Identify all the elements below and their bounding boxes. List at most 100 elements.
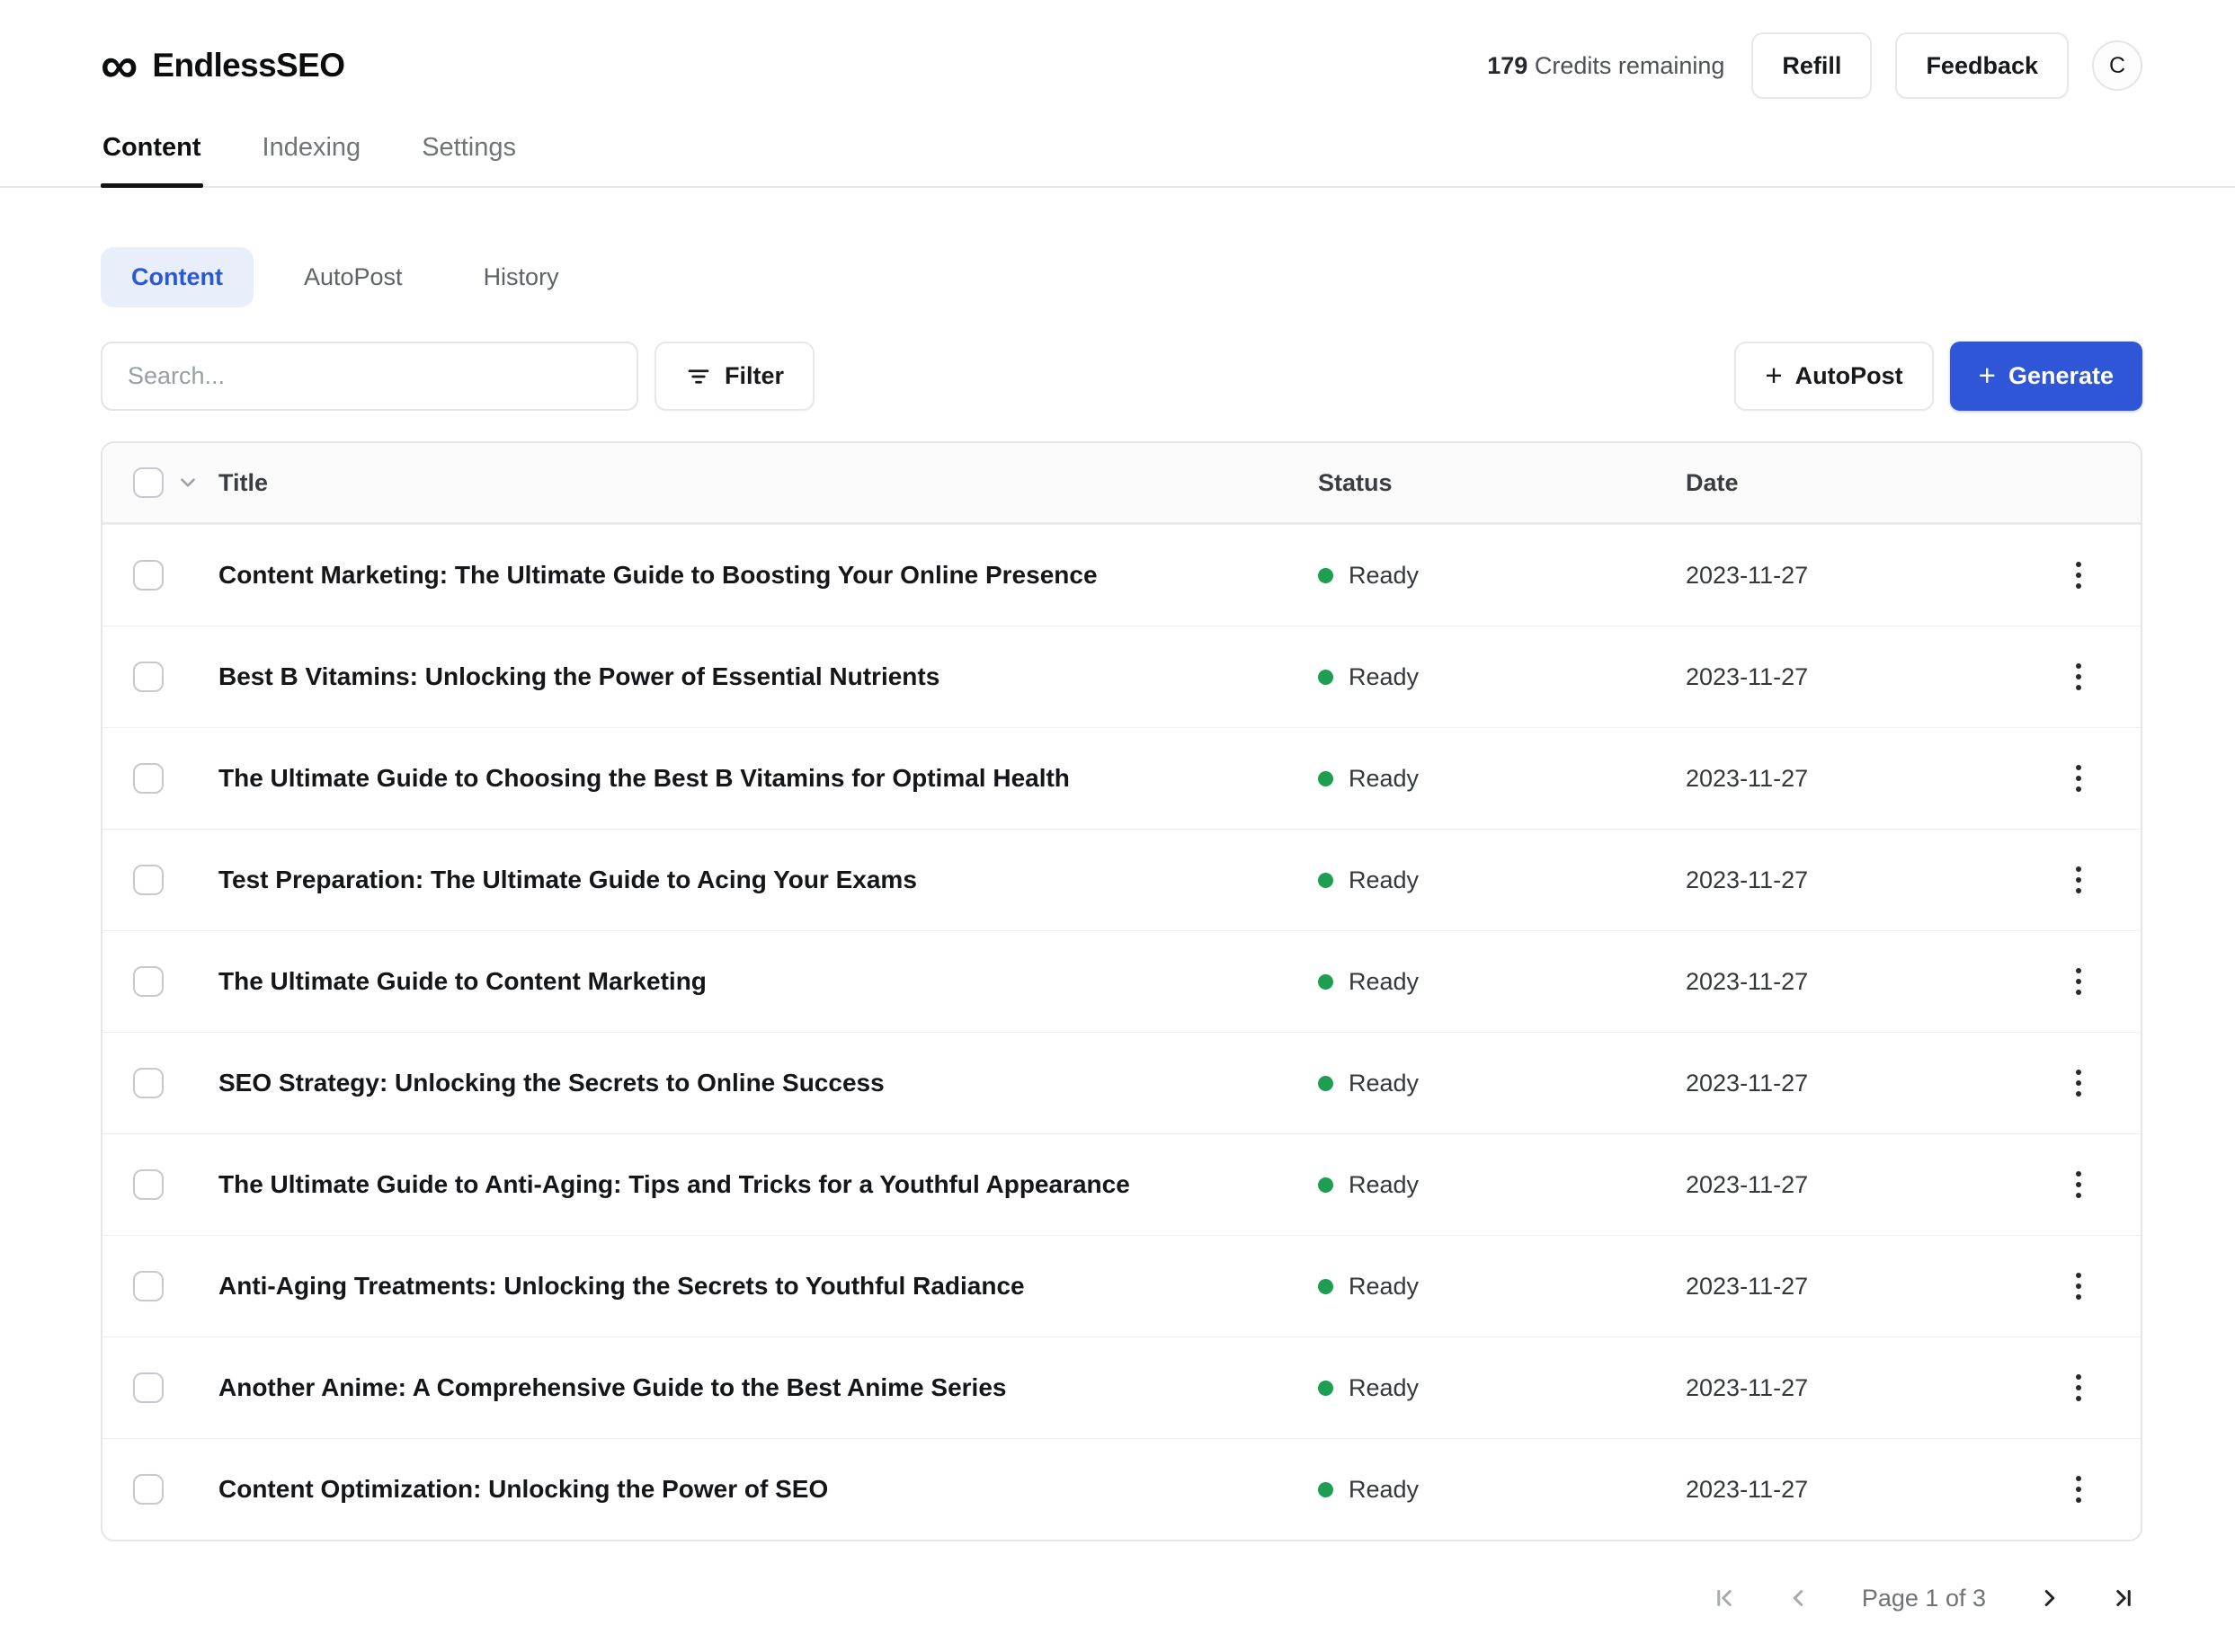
row-checkbox[interactable] xyxy=(133,1068,164,1098)
status-dot-icon xyxy=(1318,1279,1333,1294)
status-text: Ready xyxy=(1349,1070,1419,1097)
row-checkbox[interactable] xyxy=(133,1474,164,1505)
status-text: Ready xyxy=(1349,765,1419,793)
row-status: Ready xyxy=(1318,866,1686,894)
last-page-button[interactable] xyxy=(2106,1581,2141,1615)
kebab-icon xyxy=(2076,1171,2081,1177)
row-checkbox[interactable] xyxy=(133,1271,164,1301)
row-date: 2023-11-27 xyxy=(1686,1171,1974,1199)
row-status: Ready xyxy=(1318,1273,1686,1301)
row-status: Ready xyxy=(1318,1476,1686,1504)
table-row[interactable]: Another Anime: A Comprehensive Guide to … xyxy=(102,1337,2141,1438)
row-title: Anti-Aging Treatments: Unlocking the Sec… xyxy=(218,1272,1318,1301)
row-kebab-menu-button[interactable] xyxy=(2067,1061,2090,1106)
previous-page-button[interactable] xyxy=(1781,1581,1815,1615)
row-date: 2023-11-27 xyxy=(1686,1374,1974,1402)
plus-icon: + xyxy=(1765,360,1782,390)
row-status: Ready xyxy=(1318,562,1686,590)
row-date: 2023-11-27 xyxy=(1686,1273,1974,1301)
row-status: Ready xyxy=(1318,663,1686,691)
status-dot-icon xyxy=(1318,1177,1333,1193)
credits-count: 179 xyxy=(1487,52,1527,79)
table-row[interactable]: SEO Strategy: Unlocking the Secrets to O… xyxy=(102,1032,2141,1133)
row-checkbox[interactable] xyxy=(133,1169,164,1200)
row-title: Content Marketing: The Ultimate Guide to… xyxy=(218,561,1318,590)
chevron-right-icon xyxy=(2036,1585,2063,1612)
table-row[interactable]: Best B Vitamins: Unlocking the Power of … xyxy=(102,626,2141,727)
row-checkbox[interactable] xyxy=(133,560,164,591)
status-dot-icon xyxy=(1318,1381,1333,1396)
table-row[interactable]: Content Optimization: Unlocking the Powe… xyxy=(102,1438,2141,1540)
status-text: Ready xyxy=(1349,1476,1419,1504)
row-kebab-menu-button[interactable] xyxy=(2067,1365,2090,1410)
table-row[interactable]: The Ultimate Guide to Anti-Aging: Tips a… xyxy=(102,1133,2141,1235)
table-row[interactable]: Content Marketing: The Ultimate Guide to… xyxy=(102,524,2141,626)
row-title: Test Preparation: The Ultimate Guide to … xyxy=(218,866,1318,894)
row-kebab-menu-button[interactable] xyxy=(2067,857,2090,902)
row-kebab-menu-button[interactable] xyxy=(2067,553,2090,598)
row-status: Ready xyxy=(1318,765,1686,793)
row-checkbox[interactable] xyxy=(133,865,164,895)
row-title: Another Anime: A Comprehensive Guide to … xyxy=(218,1373,1318,1402)
search-input[interactable] xyxy=(101,342,638,411)
pagination: Page 1 of 3 xyxy=(101,1581,2142,1615)
first-page-button[interactable] xyxy=(1707,1581,1741,1615)
status-dot-icon xyxy=(1318,873,1333,888)
row-checkbox[interactable] xyxy=(133,1372,164,1403)
row-kebab-menu-button[interactable] xyxy=(2067,756,2090,801)
row-title: Content Optimization: Unlocking the Powe… xyxy=(218,1475,1318,1504)
main-tabbar: Content Indexing Settings xyxy=(0,120,2235,188)
status-text: Ready xyxy=(1349,1171,1419,1199)
subtab-content[interactable]: Content xyxy=(101,247,254,307)
row-kebab-menu-button[interactable] xyxy=(2067,1264,2090,1309)
chevron-down-icon[interactable] xyxy=(176,471,200,494)
table-header-row: Title Status Date xyxy=(102,443,2141,524)
row-kebab-menu-button[interactable] xyxy=(2067,959,2090,1004)
status-dot-icon xyxy=(1318,670,1333,685)
tab-indexing[interactable]: Indexing xyxy=(261,120,363,186)
row-kebab-menu-button[interactable] xyxy=(2067,654,2090,699)
subtab-autopost[interactable]: AutoPost xyxy=(273,247,433,307)
table-row[interactable]: Test Preparation: The Ultimate Guide to … xyxy=(102,829,2141,930)
tab-content[interactable]: Content xyxy=(101,120,203,186)
status-text: Ready xyxy=(1349,562,1419,590)
kebab-icon xyxy=(2076,765,2081,770)
feedback-button[interactable]: Feedback xyxy=(1895,32,2069,99)
tab-settings[interactable]: Settings xyxy=(420,120,518,186)
row-kebab-menu-button[interactable] xyxy=(2067,1162,2090,1207)
row-title: SEO Strategy: Unlocking the Secrets to O… xyxy=(218,1069,1318,1097)
filter-icon xyxy=(685,363,712,390)
autopost-button[interactable]: + AutoPost xyxy=(1734,342,1933,411)
generate-label: Generate xyxy=(2008,362,2114,390)
row-title: The Ultimate Guide to Choosing the Best … xyxy=(218,764,1318,793)
status-dot-icon xyxy=(1318,974,1333,990)
status-dot-icon xyxy=(1318,1482,1333,1497)
status-dot-icon xyxy=(1318,1076,1333,1091)
column-header-title: Title xyxy=(218,469,1318,497)
filter-button[interactable]: Filter xyxy=(654,342,815,411)
row-date: 2023-11-27 xyxy=(1686,968,1974,996)
refill-button[interactable]: Refill xyxy=(1751,32,1872,99)
row-status: Ready xyxy=(1318,1070,1686,1097)
row-date: 2023-11-27 xyxy=(1686,562,1974,590)
row-title: The Ultimate Guide to Anti-Aging: Tips a… xyxy=(218,1170,1318,1199)
subtab-history[interactable]: History xyxy=(453,247,590,307)
table-row[interactable]: The Ultimate Guide to Content Marketing … xyxy=(102,930,2141,1032)
avatar[interactable]: C xyxy=(2092,40,2142,91)
row-checkbox[interactable] xyxy=(133,662,164,692)
row-checkbox[interactable] xyxy=(133,966,164,997)
table-row[interactable]: Anti-Aging Treatments: Unlocking the Sec… xyxy=(102,1235,2141,1337)
table-row[interactable]: The Ultimate Guide to Choosing the Best … xyxy=(102,727,2141,829)
row-kebab-menu-button[interactable] xyxy=(2067,1467,2090,1512)
row-checkbox[interactable] xyxy=(133,763,164,794)
generate-button[interactable]: + Generate xyxy=(1950,342,2142,411)
kebab-icon xyxy=(2076,663,2081,669)
status-text: Ready xyxy=(1349,663,1419,691)
autopost-label: AutoPost xyxy=(1795,362,1903,390)
kebab-icon xyxy=(2076,562,2081,567)
kebab-icon xyxy=(2076,968,2081,973)
select-all-checkbox[interactable] xyxy=(133,467,164,498)
next-page-button[interactable] xyxy=(2033,1581,2067,1615)
row-status: Ready xyxy=(1318,968,1686,996)
infinity-logo-icon: ∞ xyxy=(101,45,138,86)
